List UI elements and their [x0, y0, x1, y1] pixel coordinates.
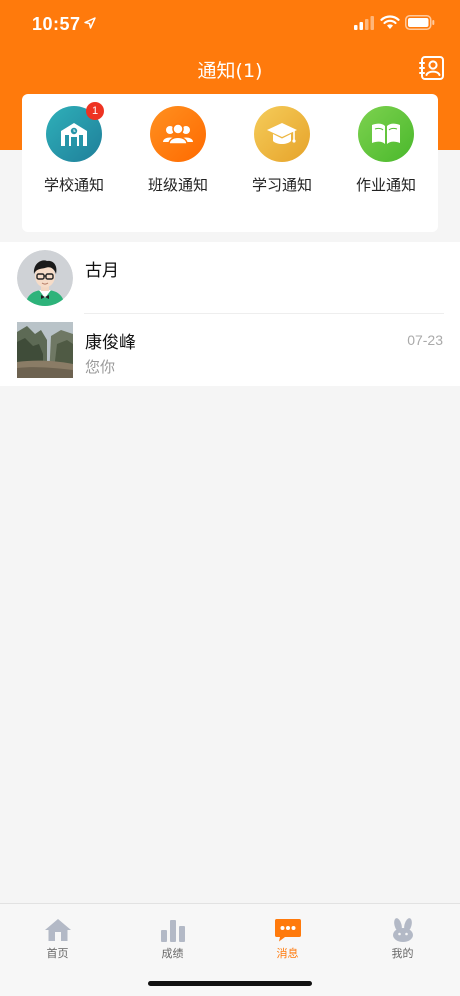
school-icon — [61, 123, 87, 146]
location-arrow-icon — [84, 17, 96, 29]
wifi-icon — [380, 15, 400, 29]
contact-name: 康俊峰 — [85, 333, 136, 353]
page-title: 通知(1) — [197, 60, 263, 82]
battery-icon — [405, 15, 435, 30]
avatar-photo-landscape — [17, 322, 73, 378]
cellular-signal-icon — [354, 16, 374, 30]
tab-home[interactable]: 首页 — [0, 918, 115, 961]
group-icon-circle — [150, 106, 206, 162]
bar-chart-icon — [160, 920, 185, 942]
contacts-button[interactable] — [419, 55, 445, 81]
status-bar: 10:57 — [0, 0, 460, 50]
tab-scores[interactable]: 成绩 — [115, 918, 230, 961]
avatar — [17, 322, 73, 378]
category-label: 作业通知 — [355, 176, 416, 194]
message-time: 07-23 — [407, 332, 443, 348]
category-homework-notice[interactable]: 作业通知 — [334, 106, 438, 195]
avatar-illustration — [17, 250, 73, 306]
home-indicator — [148, 981, 312, 986]
tab-label: 我的 — [391, 947, 414, 960]
tab-label: 首页 — [46, 947, 69, 960]
category-class-notice[interactable]: 班级通知 — [126, 106, 230, 195]
category-label: 学习通知 — [251, 176, 312, 194]
list-item[interactable]: 康俊峰 您你 07-23 — [0, 314, 460, 386]
contacts-icon — [419, 56, 444, 80]
category-study-notice[interactable]: 学习通知 — [230, 106, 334, 195]
message-preview: 您你 — [85, 358, 116, 376]
graduation-cap-icon-circle — [254, 106, 310, 162]
tab-messages[interactable]: 消息 — [230, 918, 345, 961]
category-label: 班级通知 — [147, 176, 208, 194]
tab-label: 成绩 — [161, 947, 184, 960]
tab-label: 消息 — [276, 947, 299, 960]
book-icon — [372, 123, 400, 144]
home-icon — [44, 919, 71, 941]
graduation-cap-icon — [267, 123, 297, 144]
status-time: 10:57 — [32, 14, 81, 34]
category-school-notice[interactable]: 1 学校通知 — [22, 102, 126, 195]
notification-category-card: 1 学校通知 班级通知 学习通知 作业通知 — [22, 94, 438, 232]
avatar — [17, 250, 73, 306]
list-item[interactable]: 古月 — [0, 242, 460, 314]
book-icon-circle — [358, 106, 414, 162]
school-icon-circle: 1 — [46, 102, 104, 162]
message-list: 古月 康俊峰 您你 07-23 — [0, 242, 460, 386]
unread-badge: 1 — [86, 102, 104, 120]
group-icon — [163, 123, 193, 145]
rabbit-icon — [392, 918, 413, 942]
tab-mine[interactable]: 我的 — [345, 918, 460, 961]
contact-name: 古月 — [85, 261, 119, 281]
message-icon — [274, 919, 301, 942]
category-label: 学校通知 — [43, 176, 104, 194]
